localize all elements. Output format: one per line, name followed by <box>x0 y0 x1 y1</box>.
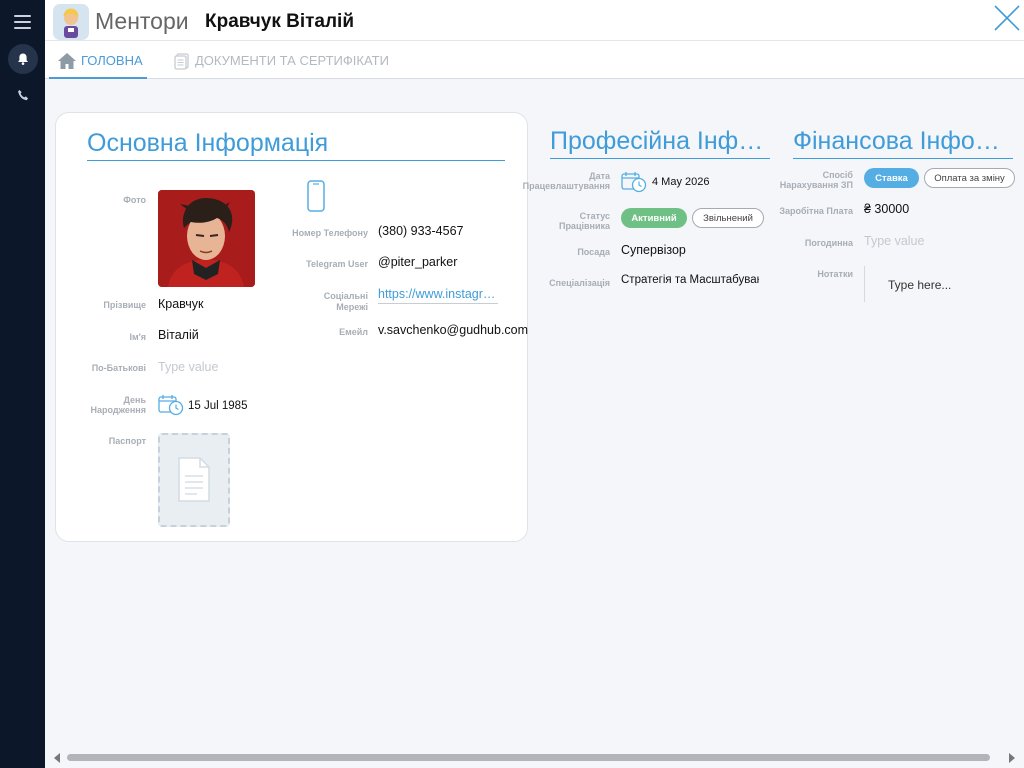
pay-method-label-line2: Нарахування ЗП <box>779 180 853 190</box>
app-logo-icon <box>53 4 89 40</box>
social-link[interactable]: https://www.instagram.com/ <box>378 287 498 304</box>
professional-info-title: Професійна Інформація <box>550 127 770 159</box>
passport-upload[interactable] <box>158 433 230 527</box>
horizontal-scrollbar[interactable] <box>45 748 1024 768</box>
pay-per-shift-button[interactable]: Оплата за зміну <box>924 168 1015 188</box>
passport-label: Паспорт <box>108 436 146 446</box>
financial-info-title: Фінансова Інформація <box>793 127 1013 159</box>
tab-home[interactable]: ГОЛОВНА <box>49 51 147 79</box>
close-icon[interactable] <box>992 2 1022 34</box>
profile-photo[interactable] <box>158 190 255 287</box>
position-value[interactable]: Супервізор <box>621 243 686 257</box>
hire-date-value[interactable]: 4 May 2026 <box>652 176 709 188</box>
status-label-line2: Працівника <box>558 221 610 231</box>
birthday-label-line2: Народження <box>90 405 147 415</box>
notifications-bell-icon[interactable] <box>8 44 38 74</box>
notes-label: Нотатки <box>817 269 853 279</box>
email-label: Емейл <box>339 327 368 337</box>
phone-label: Номер Телефону <box>292 228 368 238</box>
pay-method-label-line1: Спосіб <box>822 170 853 180</box>
position-label: Посада <box>577 247 610 257</box>
app-name: Ментори <box>95 8 189 34</box>
file-placeholder-icon <box>178 457 210 502</box>
left-sidebar <box>0 0 45 768</box>
status-fired-button[interactable]: Звільнений <box>692 208 764 228</box>
first-name-label: Ім'я <box>129 332 146 342</box>
hourly-label: Погодинна <box>804 238 853 248</box>
hourly-input[interactable]: Type value <box>864 234 924 248</box>
status-label-line1: Статус <box>579 211 610 221</box>
scroll-right-arrow-icon[interactable] <box>1009 753 1015 763</box>
birthday-label-line1: День <box>123 395 147 405</box>
hire-date-label-line1: Дата <box>589 171 610 181</box>
scroll-left-arrow-icon[interactable] <box>54 753 60 763</box>
social-label-line1: Соціальні <box>323 291 368 301</box>
birthday-value[interactable]: 15 Jul 1985 <box>188 400 247 412</box>
specialization-value[interactable]: Стратегія та Масштабування <box>621 274 759 286</box>
basic-info-card: Основна Інформація Фото Прізвище Кравчук… <box>55 112 528 542</box>
phone-icon[interactable] <box>14 86 32 104</box>
item-title: Кравчук Віталій <box>205 11 355 32</box>
last-name-value[interactable]: Кравчук <box>158 297 204 311</box>
scrollbar-thumb[interactable] <box>67 754 990 761</box>
pay-rate-button[interactable]: Ставка <box>864 168 919 188</box>
status-active-button[interactable]: Активний <box>621 208 687 228</box>
telegram-label: Telegram User <box>306 259 368 269</box>
app-header: Ментори Кравчук Віталій <box>45 0 1024 41</box>
notes-input[interactable]: Type here... <box>888 278 951 292</box>
photo-label: Фото <box>123 195 146 205</box>
email-value[interactable]: v.savchenko@gudhub.com <box>378 323 528 337</box>
specialization-label: Спеціалізація <box>549 278 610 288</box>
phone-value[interactable]: (380) 933-4567 <box>378 224 463 238</box>
tab-bar: ГОЛОВНА ДОКУМЕНТИ ТА СЕРТИФІКАТИ <box>45 41 1024 79</box>
hire-date-calendar-icon[interactable] <box>621 171 647 198</box>
salary-value[interactable]: ₴ 30000 <box>864 202 909 216</box>
document-icon <box>174 53 189 70</box>
last-name-label: Прізвище <box>103 300 146 310</box>
first-name-value[interactable]: Віталій <box>158 328 199 342</box>
patronymic-input[interactable]: Type value <box>158 360 218 374</box>
salary-label: Заробітна Плата <box>779 206 853 216</box>
tab-documents-label: ДОКУМЕНТИ ТА СЕРТИФІКАТИ <box>195 53 389 68</box>
basic-info-title: Основна Інформація <box>87 129 505 161</box>
telegram-value[interactable]: @piter_parker <box>378 255 457 269</box>
mobile-phone-icon <box>307 180 325 217</box>
menu-icon[interactable] <box>14 15 31 29</box>
hire-date-label-line2: Працевлаштування <box>522 181 610 191</box>
tab-home-label: ГОЛОВНА <box>81 53 143 68</box>
patronymic-label: По-Батькові <box>91 363 146 373</box>
tab-documents[interactable]: ДОКУМЕНТИ ТА СЕРТИФІКАТИ <box>169 51 393 79</box>
social-label-line2: Мережі <box>336 302 368 312</box>
calendar-icon[interactable] <box>158 394 184 421</box>
home-icon <box>58 53 76 69</box>
